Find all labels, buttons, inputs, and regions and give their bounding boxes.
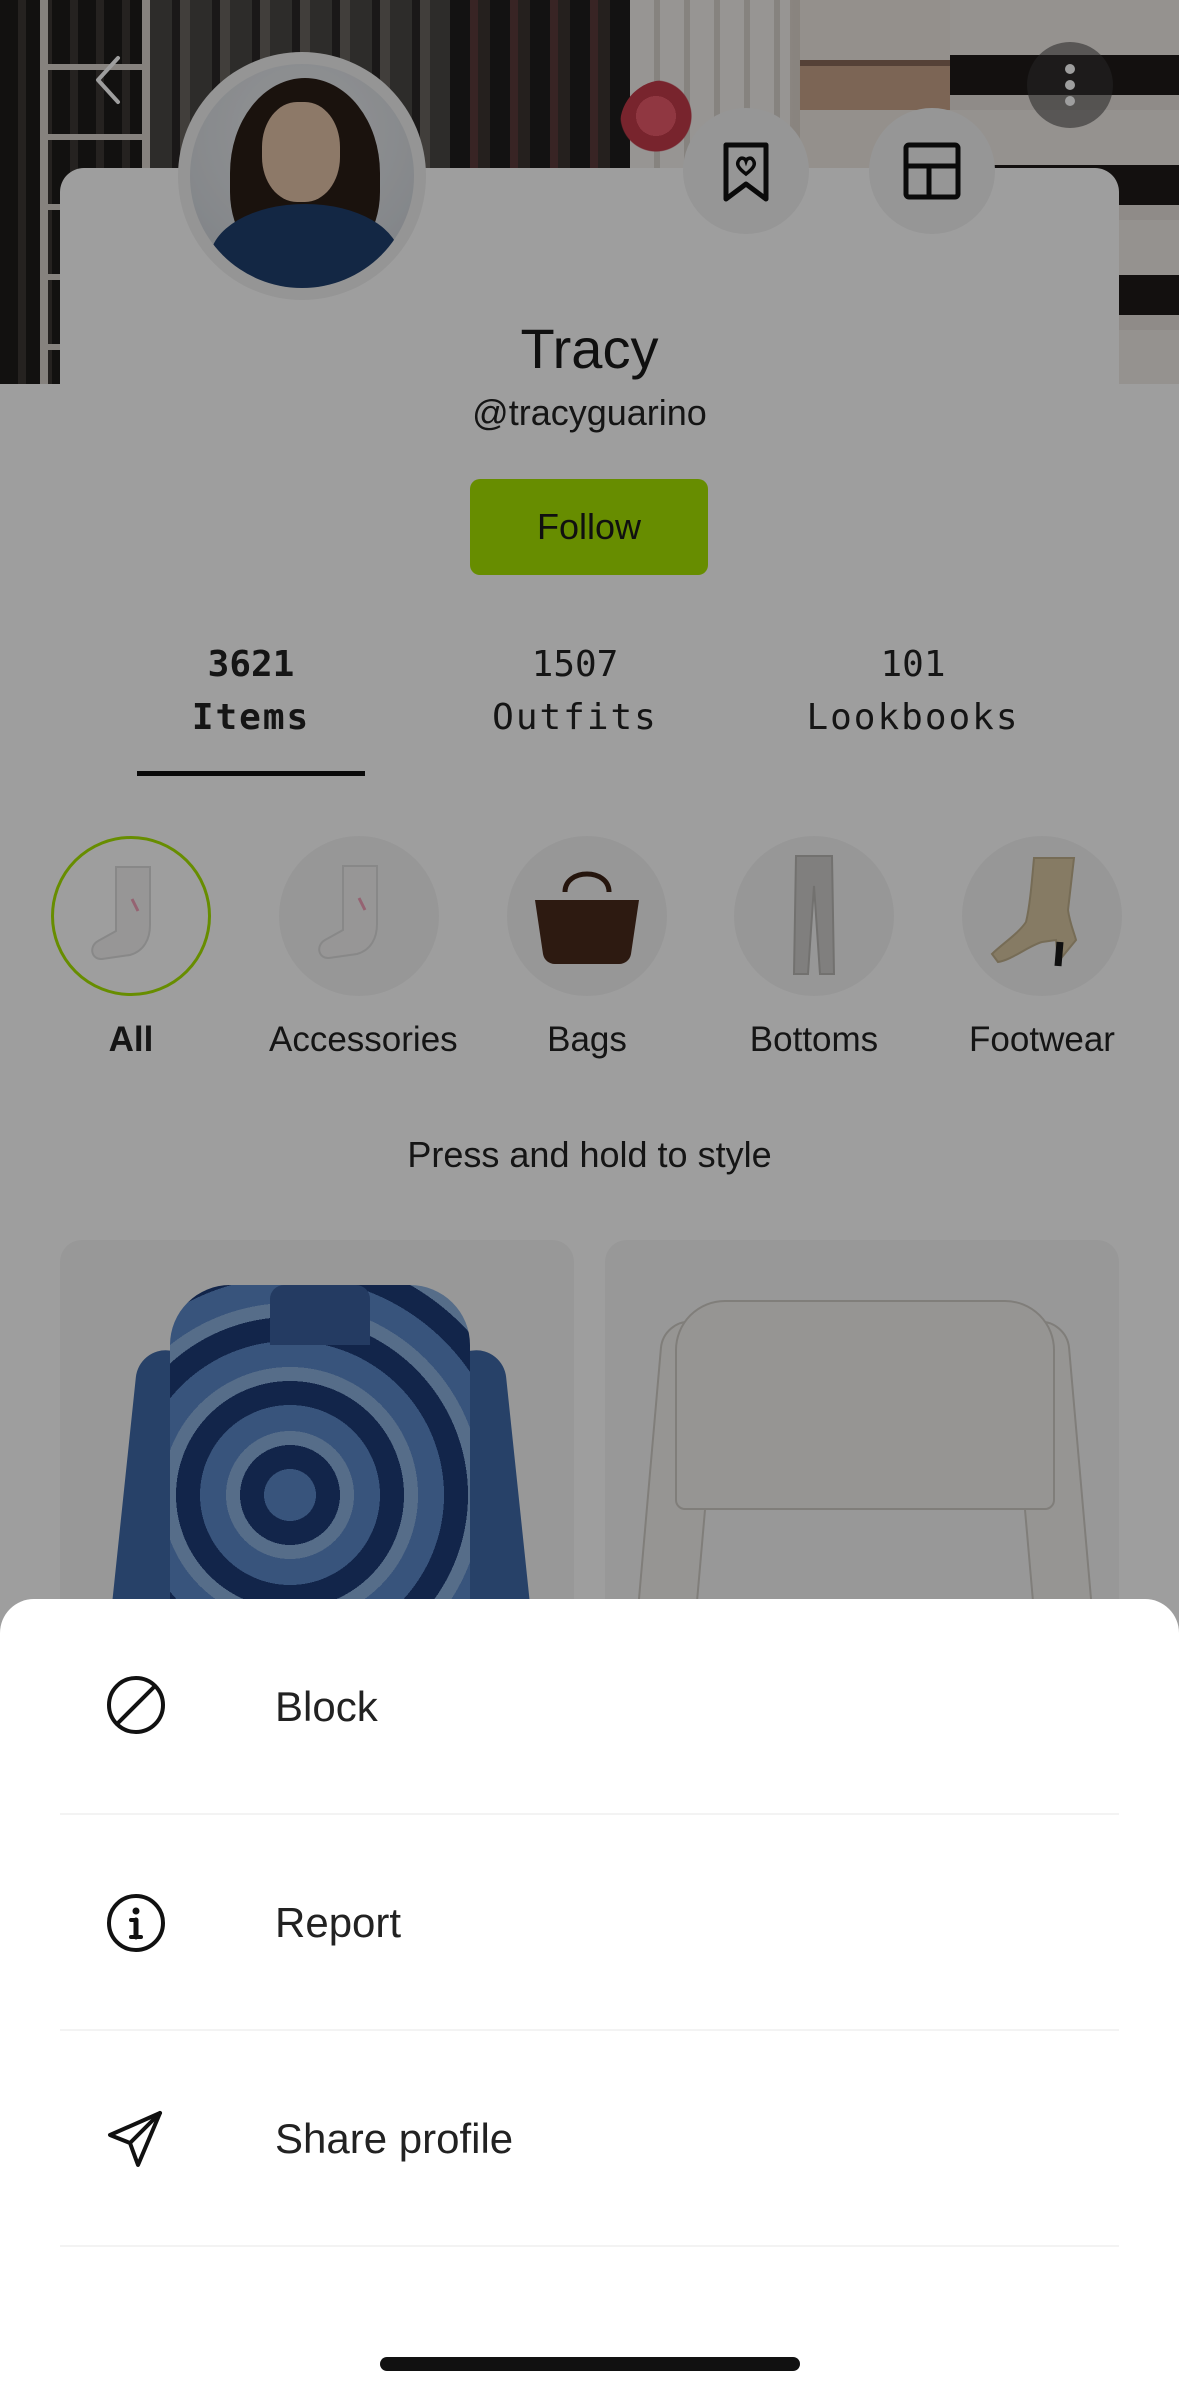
block-menu-item[interactable]: Block — [60, 1599, 1119, 1815]
block-icon — [107, 1676, 165, 1734]
block-label: Block — [275, 1683, 378, 1730]
info-icon — [107, 1894, 165, 1952]
send-icon — [108, 2111, 162, 2167]
report-menu-item[interactable]: Report — [60, 1815, 1119, 2031]
report-label: Report — [275, 1899, 402, 1946]
home-indicator[interactable] — [380, 2357, 800, 2371]
share-profile-menu-item[interactable]: Share profile — [60, 2031, 1119, 2247]
action-sheet: Block Report Share profile — [0, 1599, 1179, 2396]
share-profile-label: Share profile — [275, 2115, 514, 2162]
